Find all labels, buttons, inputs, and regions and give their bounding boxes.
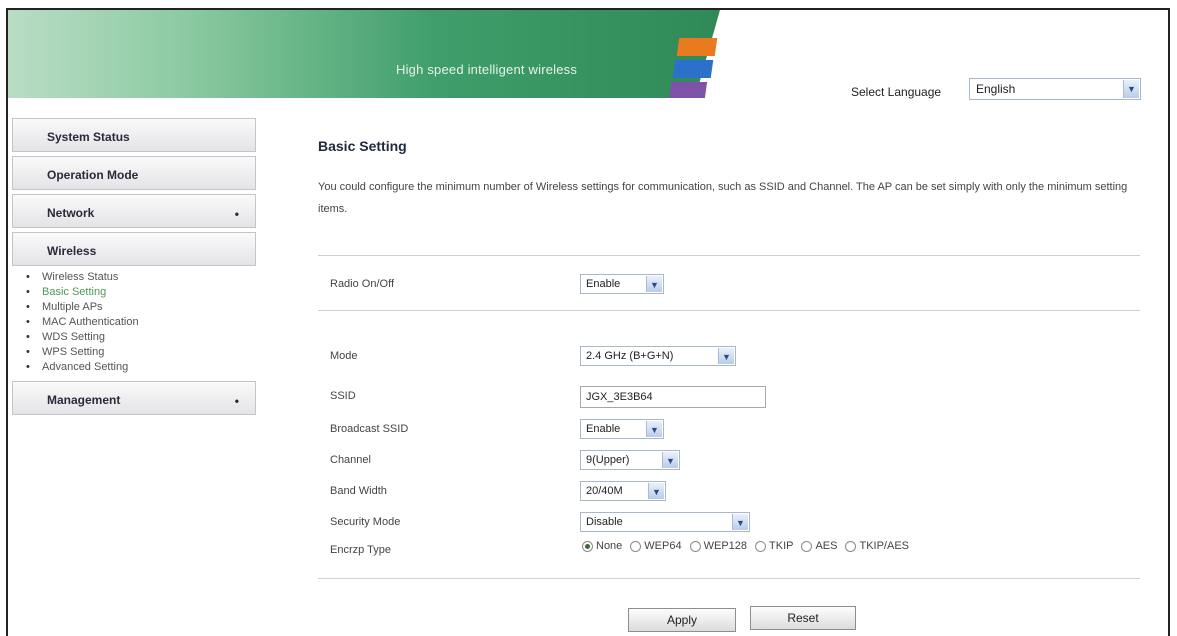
sidebar-item-wireless[interactable]: Wireless	[12, 232, 256, 266]
security-mode-value: Disable	[586, 516, 623, 528]
radio-button-icon	[630, 540, 642, 552]
encrypt-option-aes[interactable]: AES	[801, 540, 837, 552]
encrypt-option-none[interactable]: None	[582, 540, 622, 552]
bullet-icon: •	[26, 361, 30, 373]
channel-select[interactable]: 9(Upper) ▼	[580, 450, 680, 470]
submenu-item-wds-setting[interactable]: • WDS Setting	[12, 330, 256, 345]
bullet-icon: •	[26, 346, 30, 358]
bullet-icon: •	[26, 316, 30, 328]
radio-button-icon	[755, 540, 767, 552]
sidebar-item-label: Network	[47, 206, 95, 220]
security-mode-select[interactable]: Disable ▼	[580, 512, 750, 532]
radio-button-icon	[582, 540, 593, 552]
divider	[318, 578, 1140, 579]
channel-label: Channel	[330, 454, 371, 466]
security-mode-label: Security Mode	[330, 516, 401, 528]
broadcast-ssid-value: Enable	[586, 423, 621, 435]
mode-select[interactable]: 2.4 GHz (B+G+N) ▼	[580, 346, 736, 366]
main-content: Basic Setting You could configure the mi…	[318, 138, 1148, 220]
broadcast-ssid-label: Broadcast SSID	[330, 423, 409, 435]
encrypt-type-label: Encrzp Type	[330, 544, 391, 556]
bullet-icon: •	[26, 286, 30, 298]
logo-stripe-blue	[672, 60, 714, 78]
page-description: You could configure the minimum number o…	[318, 181, 1128, 215]
sidebar-item-management[interactable]: Management •	[12, 381, 256, 415]
logo-stripe-orange	[676, 38, 718, 56]
chevron-down-icon: ▼	[718, 348, 734, 364]
chevron-down-icon: ▼	[646, 276, 662, 292]
broadcast-ssid-select[interactable]: Enable ▼	[580, 419, 664, 439]
chevron-down-icon: ▼	[648, 483, 664, 499]
chevron-down-icon: ▼	[662, 452, 678, 468]
sidebar-item-label: System Status	[47, 130, 130, 144]
radio-onoff-label: Radio On/Off	[330, 278, 394, 290]
submenu-item-wireless-status[interactable]: • Wireless Status	[12, 270, 256, 285]
sidebar-item-operation-mode[interactable]: Operation Mode	[12, 156, 256, 190]
channel-value: 9(Upper)	[586, 454, 630, 466]
encrypt-option-tkip-aes[interactable]: TKIP/AES	[845, 540, 909, 552]
sidebar-item-label: Management	[47, 393, 121, 407]
mode-value: 2.4 GHz (B+G+N)	[586, 350, 674, 362]
encrypt-type-radio-group: None WEP64 WEP128 TKIP AES TKIP/AES	[582, 540, 917, 552]
sidebar-item-network[interactable]: Network •	[12, 194, 256, 228]
wireless-submenu: • Wireless Status • Basic Setting • Multipl…	[12, 270, 256, 375]
ssid-label: SSID	[330, 390, 356, 402]
header-banner: High speed intelligent wireless	[8, 10, 720, 98]
radio-button-icon	[845, 540, 857, 552]
radio-button-icon	[689, 540, 701, 552]
divider	[318, 310, 1140, 311]
divider	[318, 255, 1140, 256]
page-title: Basic Setting	[318, 138, 407, 154]
chevron-down-icon: ▼	[1123, 80, 1139, 98]
radio-button-icon	[801, 540, 813, 552]
submenu-item-advanced-setting[interactable]: • Advanced Setting	[12, 360, 256, 375]
encrypt-option-wep128[interactable]: WEP128	[689, 540, 747, 552]
bullet-icon: •	[234, 394, 239, 408]
chevron-down-icon: ▼	[732, 514, 748, 530]
radio-onoff-select[interactable]: Enable ▼	[580, 274, 664, 294]
band-width-select[interactable]: 20/40M ▼	[580, 481, 666, 501]
bullet-icon: •	[234, 207, 239, 221]
bullet-icon: •	[26, 271, 30, 283]
bullet-icon: •	[26, 301, 30, 313]
chevron-down-icon: ▼	[646, 421, 662, 437]
header-tagline: High speed intelligent wireless	[396, 62, 578, 77]
submenu-item-basic-setting[interactable]: • Basic Setting	[12, 285, 256, 300]
band-width-value: 20/40M	[586, 485, 623, 497]
sidebar: System Status Operation Mode Network • W…	[12, 118, 256, 419]
language-value: English	[976, 82, 1016, 96]
ssid-input[interactable]	[580, 386, 766, 408]
encrypt-option-wep64[interactable]: WEP64	[630, 540, 682, 552]
mode-label: Mode	[330, 350, 358, 362]
band-width-label: Band Width	[330, 485, 387, 497]
submenu-item-multiple-aps[interactable]: • Multiple APs	[12, 300, 256, 315]
language-label: Select Language	[851, 85, 942, 99]
submenu-item-wps-setting[interactable]: • WPS Setting	[12, 345, 256, 360]
language-select[interactable]: English ▼	[969, 78, 1141, 100]
sidebar-item-system-status[interactable]: System Status	[12, 118, 256, 152]
radio-onoff-value: Enable	[586, 278, 621, 290]
reset-button[interactable]: Reset	[750, 606, 856, 630]
encrypt-option-tkip[interactable]: TKIP	[755, 540, 793, 552]
logo-stripe-purple	[668, 82, 708, 98]
sidebar-item-label: Wireless	[47, 244, 97, 258]
bullet-icon: •	[26, 331, 30, 343]
sidebar-item-label: Operation Mode	[47, 168, 139, 182]
submenu-item-mac-authentication[interactable]: • MAC Authentication	[12, 315, 256, 330]
apply-button[interactable]: Apply	[628, 608, 736, 632]
